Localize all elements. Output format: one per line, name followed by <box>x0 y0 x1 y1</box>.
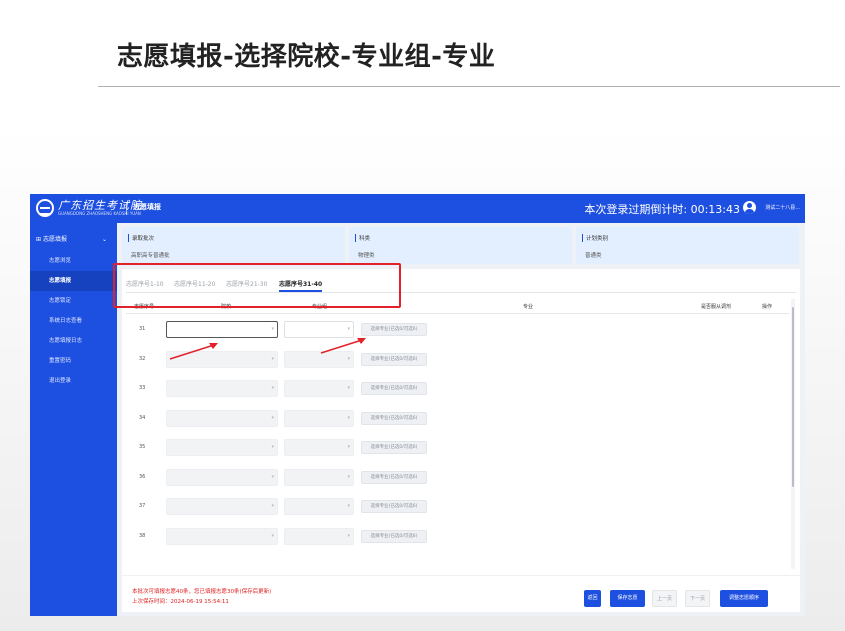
table-row: 35 ▾ ▾ 选择专业(已选0/可选6) <box>126 434 789 463</box>
chevron-down-icon: ▾ <box>347 532 350 539</box>
info-card-subject: 科类 物理类 <box>349 227 572 264</box>
chevron-down-icon: ▾ <box>271 532 274 539</box>
annotation-arrow-icon <box>320 338 366 354</box>
topbar-divider <box>126 202 127 215</box>
select-major-button[interactable]: 选择专业(已选0/可选6) <box>361 441 427 454</box>
user-name[interactable]: 测试二十八县... <box>765 204 800 211</box>
app-screenshot: 广东招生考试院 GUANGDONG ZHAOSHENG KAOSHI YUAN … <box>30 194 805 616</box>
select-major-button[interactable]: 选择专业(已选0/可选6) <box>361 382 427 395</box>
info-card-title: 科类 <box>355 234 370 242</box>
row-index: 37 <box>139 503 146 509</box>
school-select[interactable]: ▾ <box>166 409 278 427</box>
info-card-value: 普通类 <box>585 253 602 259</box>
group-select[interactable]: ▾ <box>284 498 354 515</box>
back-button[interactable]: 返回 <box>584 590 601 607</box>
sidebar-item[interactable]: 重置密码 <box>30 351 117 371</box>
sidebar-item[interactable]: 系统日志查看 <box>30 311 117 331</box>
chevron-down-icon: ▾ <box>347 326 350 332</box>
row-index: 35 <box>139 444 146 450</box>
select-major-button[interactable]: 选择专业(已选0/可选6) <box>361 411 427 425</box>
sidebar-item[interactable]: 志愿浏览 <box>30 251 117 271</box>
group-select[interactable]: ▾ <box>284 468 354 486</box>
info-card-plan-type: 计划类别 普通类 <box>576 227 799 264</box>
group-select[interactable]: ▾ <box>284 380 354 397</box>
chevron-down-icon: ▾ <box>271 414 274 421</box>
slide-title: 志愿填报-选择院校-专业组-专业 <box>117 42 496 72</box>
sidebar-group-label: 志愿填报 <box>42 236 67 243</box>
school-select[interactable]: ▾ <box>166 498 278 515</box>
last-saved-time: 上次保存时间：2024-06-19 15:54:11 <box>132 599 229 605</box>
top-bar: 广东招生考试院 GUANGDONG ZHAOSHENG KAOSHI YUAN … <box>30 194 805 223</box>
quota-note: 本批次可填报志愿40条，您已填报志愿30条(保存后更新) <box>132 589 272 595</box>
annotation-highlight-box <box>113 263 401 308</box>
col-major: 专业 <box>523 304 534 310</box>
sidebar-item[interactable]: 志愿锁定 <box>30 291 117 311</box>
select-major-button[interactable]: 选择专业(已选0/可选6) <box>361 500 427 513</box>
sidebar: ⊞ 志愿填报 ⌄ 志愿浏览 志愿填报 志愿锁定 系统日志查看 志愿填报日志 重置密码 退出登… <box>30 223 117 616</box>
school-select[interactable]: ▾ <box>166 527 278 545</box>
school-select[interactable]: ▾ <box>166 439 278 456</box>
info-card-batch: 录取批次 高职高专普通批 <box>122 227 345 264</box>
chevron-down-icon: ▾ <box>347 414 350 421</box>
logo: 广东招生考试院 GUANGDONG ZHAOSHENG KAOSHI YUAN <box>36 197 141 220</box>
row-index: 32 <box>139 355 146 362</box>
table-row: 33 ▾ ▾ 选择专业(已选0/可选6) <box>126 375 789 404</box>
chevron-down-icon: ▾ <box>271 503 274 509</box>
sidebar-item[interactable]: 志愿填报 <box>30 271 117 291</box>
chevron-down-icon: ⌄ <box>101 236 107 243</box>
row-index: 33 <box>139 385 146 391</box>
chevron-down-icon: ▾ <box>271 473 274 480</box>
table-row: 38 ▾ ▾ 选择专业(已选0/可选6) <box>126 523 789 552</box>
logo-mark-icon <box>36 199 54 217</box>
section-title: 志愿填报 <box>133 203 161 211</box>
annotation-arrow-icon <box>169 343 218 360</box>
info-card-title: 录取批次 <box>128 234 154 242</box>
chevron-down-icon: ▾ <box>271 444 274 450</box>
col-adjust: 是否服从调剂 <box>701 304 732 310</box>
chevron-down-icon: ▾ <box>271 326 274 332</box>
chevron-down-icon: ▾ <box>347 385 350 391</box>
row-index: 36 <box>139 473 146 480</box>
school-select[interactable]: ▾ <box>166 321 278 338</box>
info-card-value: 物理类 <box>358 253 375 259</box>
select-major-button[interactable]: 选择专业(已选0/可选6) <box>361 529 427 543</box>
group-select[interactable]: ▾ <box>284 527 354 545</box>
chevron-down-icon: ▾ <box>347 444 350 450</box>
session-countdown: 本次登录过期倒计时: 00:13:43 <box>584 203 740 216</box>
col-action: 操作 <box>762 304 773 310</box>
chevron-down-icon: ▾ <box>347 473 350 480</box>
row-index: 38 <box>139 532 146 539</box>
chevron-down-icon: ▾ <box>271 355 274 362</box>
scrollbar-thumb[interactable] <box>792 307 794 487</box>
table-row: 37 ▾ ▾ 选择专业(已选0/可选6) <box>126 493 789 522</box>
chevron-down-icon: ▾ <box>347 355 350 362</box>
group-select[interactable]: ▾ <box>284 439 354 456</box>
row-index: 31 <box>139 326 146 332</box>
table-row: 34 ▾ ▾ 选择专业(已选0/可选6) <box>126 405 789 434</box>
row-index: 34 <box>139 414 146 421</box>
slide-divider <box>98 86 840 87</box>
sidebar-group-volunteer[interactable]: ⊞ 志愿填报 ⌄ <box>30 231 117 249</box>
save-button[interactable]: 保存志愿 <box>610 590 645 607</box>
sidebar-item[interactable]: 退出登录 <box>30 371 117 391</box>
grid-icon: ⊞ <box>36 236 43 243</box>
group-select[interactable]: ▾ <box>284 409 354 427</box>
info-card-title: 计划类别 <box>582 234 608 242</box>
next-page-button[interactable]: 下一页 <box>685 590 710 607</box>
panel-footer: 本批次可填报志愿40条，您已填报志愿30条(保存后更新) 上次保存时间：2024… <box>122 575 800 612</box>
select-major-button[interactable]: 选择专业(已选0/可选6) <box>361 470 427 484</box>
volunteer-panel: 志愿序号1-10 志愿序号11-20 志愿序号21-30 志愿序号31-40 志… <box>122 269 800 612</box>
logo-subtext: GUANGDONG ZHAOSHENG KAOSHI YUAN <box>58 211 141 216</box>
prev-page-button[interactable]: 上一页 <box>652 590 677 607</box>
school-select[interactable]: ▾ <box>166 468 278 486</box>
chevron-down-icon: ▾ <box>347 503 350 509</box>
table-row: 36 ▾ ▾ 选择专业(已选0/可选6) <box>126 464 789 493</box>
user-avatar-icon[interactable] <box>743 201 756 214</box>
info-card-value: 高职高专普通批 <box>131 253 170 259</box>
school-select[interactable]: ▾ <box>166 380 278 397</box>
sidebar-item[interactable]: 志愿填报日志 <box>30 331 117 351</box>
chevron-down-icon: ▾ <box>271 385 274 391</box>
reorder-button[interactable]: 调整志愿顺序 <box>720 590 768 607</box>
